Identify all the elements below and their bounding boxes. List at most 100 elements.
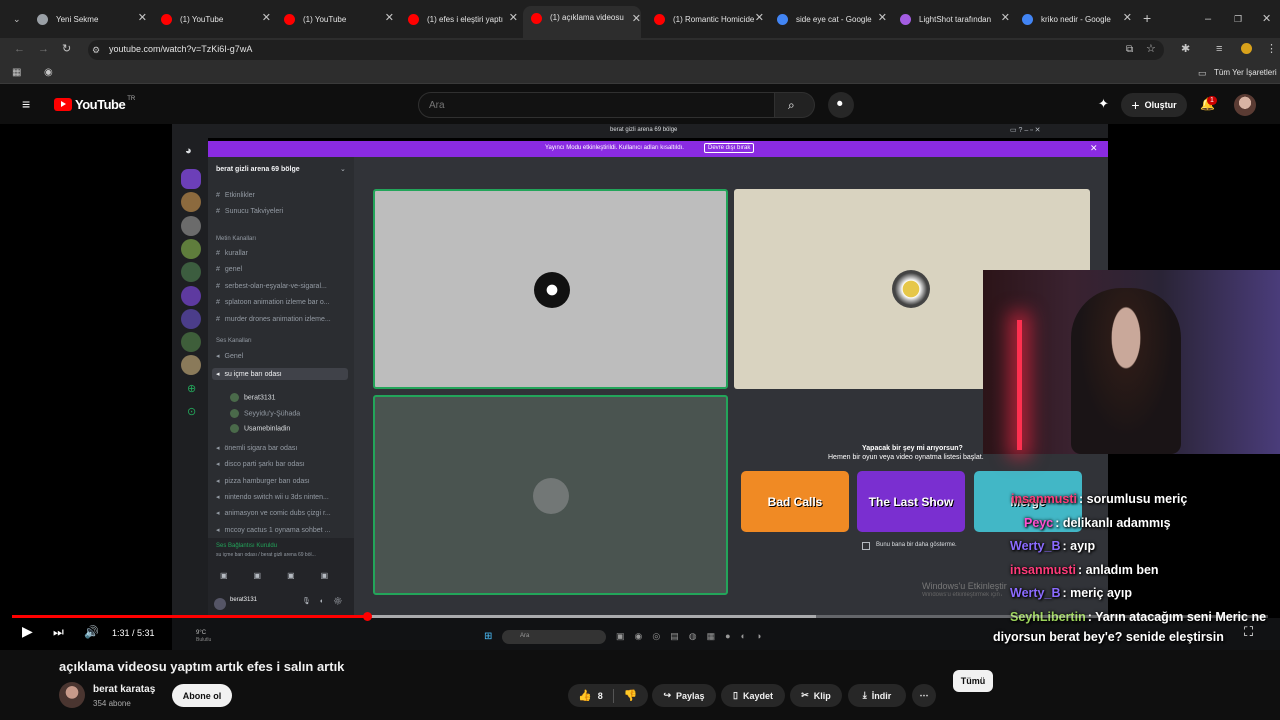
reload-icon[interactable]: ↻ [62,43,71,55]
server-icon[interactable] [181,262,201,282]
server-icon[interactable] [181,332,201,352]
voice-tile-user3[interactable] [373,395,728,595]
extensions-icon[interactable]: ✱ [1181,43,1190,55]
omnibox[interactable]: ⚙ youtube.com/watch?v=TzKi6I-g7wA ⧉ ☆ [88,40,1164,60]
site-favicon-icon[interactable]: ◉ [44,67,53,79]
fullscreen-icon[interactable]: ⛶ [1244,625,1253,638]
close-window-icon[interactable]: ✕ [1262,13,1271,25]
channel-item[interactable]: ◂ mccoy cactus 1 oynama sohbet ... [216,526,330,534]
server-icon[interactable] [181,309,201,329]
voice-user[interactable]: berat3131 [230,393,276,402]
explore-servers-icon[interactable]: ⊙ [187,406,196,418]
browser-tab[interactable]: side eye cat - Google ✕ [769,8,887,30]
browser-tab[interactable]: kriko nedir - Google ✕ [1014,8,1132,30]
play-icon[interactable]: ▶ [22,624,33,638]
activity-card[interactable]: The Last Show [857,471,965,532]
user-avatar[interactable] [214,598,226,610]
disable-streamer-button[interactable]: Devre dışı bırak [704,143,755,153]
add-server-icon[interactable]: ⊕ [187,383,196,395]
forward-icon[interactable]: → [38,43,49,55]
profile-avatar-small[interactable] [1241,43,1252,54]
channel-item[interactable]: ◂ su içme barı odası [212,368,348,380]
voice-controls[interactable]: ▣▣▣▣ [220,571,354,580]
channel-item[interactable]: # Etkinlikler [216,192,255,199]
channel-item[interactable]: # serbest-olan-eşyalar-ve-sigaral... [216,283,327,290]
url-text[interactable]: youtube.com/watch?v=TzKi6I-g7wA [109,44,252,54]
progress-track[interactable] [12,612,1268,621]
taskbar-app-icons[interactable]: ▣◉◎▤◍▦●◐◑ [616,631,771,642]
chip-all[interactable]: Tümü [953,670,993,692]
voice-user[interactable]: Usamebinladin [230,424,290,433]
tab-close-icon[interactable]: ✕ [878,13,887,24]
channel-item[interactable]: ◂ önemli sigara bar odası [216,444,297,452]
channel-avatar[interactable] [59,682,85,708]
channel-item[interactable]: ◂ nintendo switch wii u 3ds ninten... [216,493,329,501]
all-bookmarks-label[interactable]: Tüm Yer İşaretleri [1214,68,1277,77]
tab-close-icon[interactable]: ✕ [509,13,518,24]
user-controls[interactable]: 🎙◐⚙ [302,597,351,605]
maximize-icon[interactable]: ❐ [1234,13,1242,25]
channel-item[interactable]: ◂ Genel [216,352,243,360]
activity-card[interactable]: Bad Calls [741,471,849,532]
channel-category[interactable]: Metin Kanalları [216,236,256,242]
dislike-icon[interactable]: 👎 [624,689,638,702]
minimize-icon[interactable]: – [1205,13,1211,25]
server-icon[interactable] [181,169,201,189]
browser-tab[interactable]: (1) Romantic Homicide ✕ [646,8,764,30]
server-icon[interactable] [181,355,201,375]
browser-tab[interactable]: (1) efes i eleştiri yaptı ✕ [400,8,518,30]
browser-tab[interactable]: (1) YouTube ✕ [276,8,394,30]
new-tab-button[interactable]: + [1143,11,1151,25]
create-button[interactable]: + Oluştur [1121,93,1187,117]
site-info-icon[interactable]: ⚙ [92,44,100,56]
subscribe-button[interactable]: Abone ol [172,684,232,707]
start-icon[interactable]: ⊞ [484,631,492,642]
account-avatar[interactable] [1234,94,1256,116]
tab-close-icon[interactable]: ✕ [1001,13,1010,24]
tab-close-icon[interactable]: ✕ [385,13,394,24]
channel-item[interactable]: ◂ disco parti şarkı bar odası [216,460,305,468]
channel-item[interactable]: # Sunucu Takviyeleri [216,208,283,215]
tab-close-icon[interactable]: ✕ [138,13,147,24]
browser-tab[interactable]: (1) YouTube ✕ [153,8,271,30]
chevron-down-icon[interactable]: ⌄ [340,165,346,173]
media-icon[interactable]: ≡ [1216,43,1222,55]
volume-icon[interactable]: 🔊 [84,626,99,638]
youtube-logo[interactable]: YouTube TR [54,96,135,112]
tab-close-icon[interactable]: ✕ [1123,13,1132,24]
download-button[interactable]: ⤓ İndir [848,684,906,707]
tab-close-icon[interactable]: ✕ [262,13,271,24]
voice-user[interactable]: Seyyidu'y-Şühada [230,409,300,418]
tab-close-icon[interactable]: ✕ [632,14,641,25]
share-button[interactable]: ↪ Paylaş [652,684,716,707]
more-actions-button[interactable]: ⋯ [912,684,936,707]
server-icon[interactable] [181,216,201,236]
channel-item[interactable]: # kurallar [216,250,248,257]
channel-category[interactable]: Ses Kanalları [216,338,252,344]
hamburger-menu-icon[interactable]: ≡ [22,97,30,111]
browser-tab[interactable]: Yeni Sekme ✕ [29,8,147,30]
browser-tab[interactable]: LightShot tarafından ✕ [892,8,1010,30]
cast-icon[interactable]: ✦ [1098,97,1109,110]
browser-tab[interactable]: (1) açıklama videosu ✕ [523,6,641,38]
server-icon[interactable] [181,192,201,212]
server-icon[interactable] [181,286,201,306]
next-icon[interactable]: ⏭ [53,626,64,638]
voice-search-button[interactable]: ⏺ [828,92,854,118]
like-button[interactable]: 👍 8 [578,689,603,702]
voice-tile-user1[interactable] [373,189,728,389]
discord-logo-icon[interactable]: ◕ [185,145,192,157]
bookmark-star-icon[interactable]: ☆ [1146,43,1156,55]
channel-name[interactable]: berat karataş [93,684,155,695]
search-button[interactable]: ⌕ [775,92,815,118]
tab-search-icon[interactable]: ⌄ [13,13,21,25]
server-icon[interactable] [181,239,201,259]
banner-close-icon[interactable]: ✕ [1090,143,1098,154]
back-icon[interactable]: ← [14,43,25,55]
channel-item[interactable]: # genel [216,266,242,273]
server-name[interactable]: berat gizli arena 69 bölge [216,166,300,173]
dont-show-checkbox[interactable] [862,542,870,550]
taskbar-search[interactable]: Ara [502,630,606,644]
tab-close-icon[interactable]: ✕ [755,13,764,24]
clip-button[interactable]: ✂ Klip [790,684,842,707]
